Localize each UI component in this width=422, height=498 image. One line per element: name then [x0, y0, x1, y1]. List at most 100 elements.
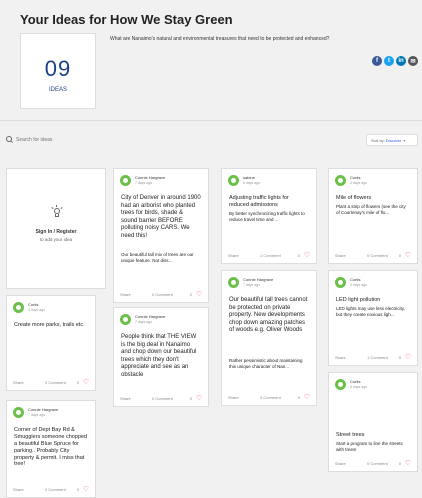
idea-time: 7 days ago [135, 181, 153, 185]
topic-question: What are Nanaimo's natural and environme… [110, 36, 330, 42]
idea-title[interactable]: City of Denver in around 1900 had an arb… [121, 195, 201, 240]
idea-description: By better synchronizing traffic lights t… [229, 211, 305, 222]
heart-icon[interactable]: ♡ [405, 460, 411, 467]
share-link[interactable]: Share [228, 253, 239, 258]
idea-author: sabine [243, 175, 255, 180]
heart-icon[interactable]: ♡ [83, 486, 89, 493]
idea-counter: 09 IDEAS [20, 33, 96, 109]
idea-author: Connie Hargrave [135, 175, 166, 180]
like-count: 0 [297, 395, 300, 400]
divider [0, 120, 422, 121]
idea-count-label: IDEAS [48, 87, 67, 93]
share-link[interactable]: Share [335, 355, 346, 360]
linkedin-icon[interactable]: in [396, 56, 406, 66]
idea-count: 09 [44, 56, 72, 81]
search-icon [6, 136, 13, 143]
like-count: 0 [76, 487, 79, 492]
idea-description: LED lights may use less electricity, but… [336, 306, 405, 317]
share-link[interactable]: Share [13, 487, 24, 492]
share-link[interactable]: Share [335, 253, 346, 258]
signin-card[interactable]: Sign In / Register to add your idea [6, 168, 106, 289]
comment-count[interactable]: 0 Comment [367, 461, 388, 466]
like-count: 0 [398, 253, 401, 258]
idea-title[interactable]: Mile of flowers [336, 195, 410, 202]
idea-description: Our beautiful tall mix of trees are our … [121, 252, 194, 263]
comment-count[interactable]: 1 Comment [367, 355, 388, 360]
like-count: 2 [189, 292, 192, 297]
like-count: 0 [76, 380, 79, 385]
avatar [335, 379, 346, 390]
idea-title[interactable]: LED light pollution [336, 297, 410, 304]
idea-card[interactable]: sabine 6 days ago Adjusting traffic ligh… [221, 168, 317, 264]
comment-count[interactable]: 0 Comment [152, 396, 173, 401]
idea-time: 6 days ago [243, 181, 261, 185]
sort-dropdown[interactable]: Sort by: Discover ▾ [366, 134, 418, 146]
avatar [13, 407, 24, 418]
idea-description: Start a program to line the streets with… [336, 441, 403, 452]
heart-icon[interactable]: ♡ [405, 354, 411, 361]
idea-title[interactable]: Adjusting traffic lights for reduced adm… [229, 195, 309, 209]
like-count: 0 [297, 253, 300, 258]
sort-value: Discover [385, 137, 402, 143]
comment-count[interactable]: 0 Comment [152, 292, 173, 297]
avatar [13, 302, 24, 313]
idea-card[interactable]: Connie Hargrave 7 days ago People think … [113, 307, 209, 407]
sort-label: Sort by: [371, 137, 385, 143]
idea-author: Curtis [350, 175, 361, 180]
share-link[interactable]: Share [120, 292, 131, 297]
heart-icon[interactable]: ♡ [196, 395, 202, 402]
heart-icon[interactable]: ♡ [83, 379, 89, 386]
idea-card[interactable]: Connie Hargrave 7 days ago Our beautiful… [221, 270, 317, 406]
idea-card[interactable]: Curtis 4 days ago Mile of flowers Plant … [328, 168, 418, 264]
idea-author: Connie Hargrave [28, 407, 59, 412]
share-link[interactable]: Share [13, 380, 24, 385]
idea-time: 7 days ago [243, 283, 261, 287]
idea-time: 7 days ago [135, 320, 153, 324]
comment-count[interactable]: 0 Comment [45, 380, 66, 385]
idea-card[interactable]: Curtis 4 days ago Street trees Start a p… [328, 372, 418, 472]
idea-time: 4 days ago [350, 181, 368, 185]
facebook-icon[interactable]: f [372, 56, 382, 66]
page-title: Your Ideas for How We Stay Green [20, 12, 233, 27]
comment-count[interactable]: 0 Comment [367, 253, 388, 258]
idea-title[interactable]: Corner of Dept Bay Rd & Smugglers someon… [14, 427, 88, 468]
idea-description: Plant a strip of flowers (see the city o… [336, 204, 406, 215]
idea-author: Connie Hargrave [243, 277, 274, 282]
idea-title[interactable]: Create more parks, trails etc. [14, 322, 88, 329]
idea-card[interactable]: Connie Hargrave 7 days ago Corner of Dep… [6, 400, 96, 498]
chevron-down-icon: ▾ [403, 137, 406, 143]
email-icon[interactable]: ✉ [408, 56, 418, 66]
like-count: 0 [189, 396, 192, 401]
heart-icon[interactable]: ♡ [196, 291, 202, 298]
idea-card[interactable]: Connie Hargrave 7 days ago City of Denve… [113, 168, 209, 303]
heart-icon[interactable]: ♡ [304, 394, 310, 401]
idea-card[interactable]: Curtis 4 days ago Create more parks, tra… [6, 295, 96, 391]
idea-author: Curtis [350, 277, 361, 282]
heart-icon[interactable]: ♡ [405, 252, 411, 259]
like-count: 0 [398, 461, 401, 466]
avatar [335, 277, 346, 288]
avatar [228, 277, 239, 288]
share-link[interactable]: Share [228, 395, 239, 400]
idea-time: 4 days ago [28, 308, 46, 312]
signin-link[interactable]: Sign In / Register [7, 229, 105, 235]
idea-author: Curtis [28, 302, 39, 307]
comment-count[interactable]: 0 Comment [45, 487, 66, 492]
idea-author: Curtis [350, 379, 361, 384]
comment-count[interactable]: 0 Comment [260, 395, 281, 400]
social-share-bar: f t in ✉ [372, 56, 418, 66]
search-input[interactable] [16, 136, 116, 143]
share-link[interactable]: Share [120, 396, 131, 401]
heart-icon[interactable]: ♡ [304, 252, 310, 259]
idea-description: Rather pessimistic about maintaining thi… [229, 358, 303, 369]
like-count: 0 [398, 355, 401, 360]
share-link[interactable]: Share [335, 461, 346, 466]
idea-title[interactable]: Street trees [336, 432, 410, 439]
idea-title[interactable]: Our beautiful tall trees cannot be prote… [229, 297, 309, 335]
idea-title[interactable]: People think that THE VIEW is the big de… [121, 334, 201, 379]
avatar [335, 175, 346, 186]
twitter-icon[interactable]: t [384, 56, 394, 66]
comment-count[interactable]: 1 Comment [260, 253, 281, 258]
idea-card[interactable]: Curtis 4 days ago LED light pollution LE… [328, 270, 418, 366]
avatar [120, 314, 131, 325]
